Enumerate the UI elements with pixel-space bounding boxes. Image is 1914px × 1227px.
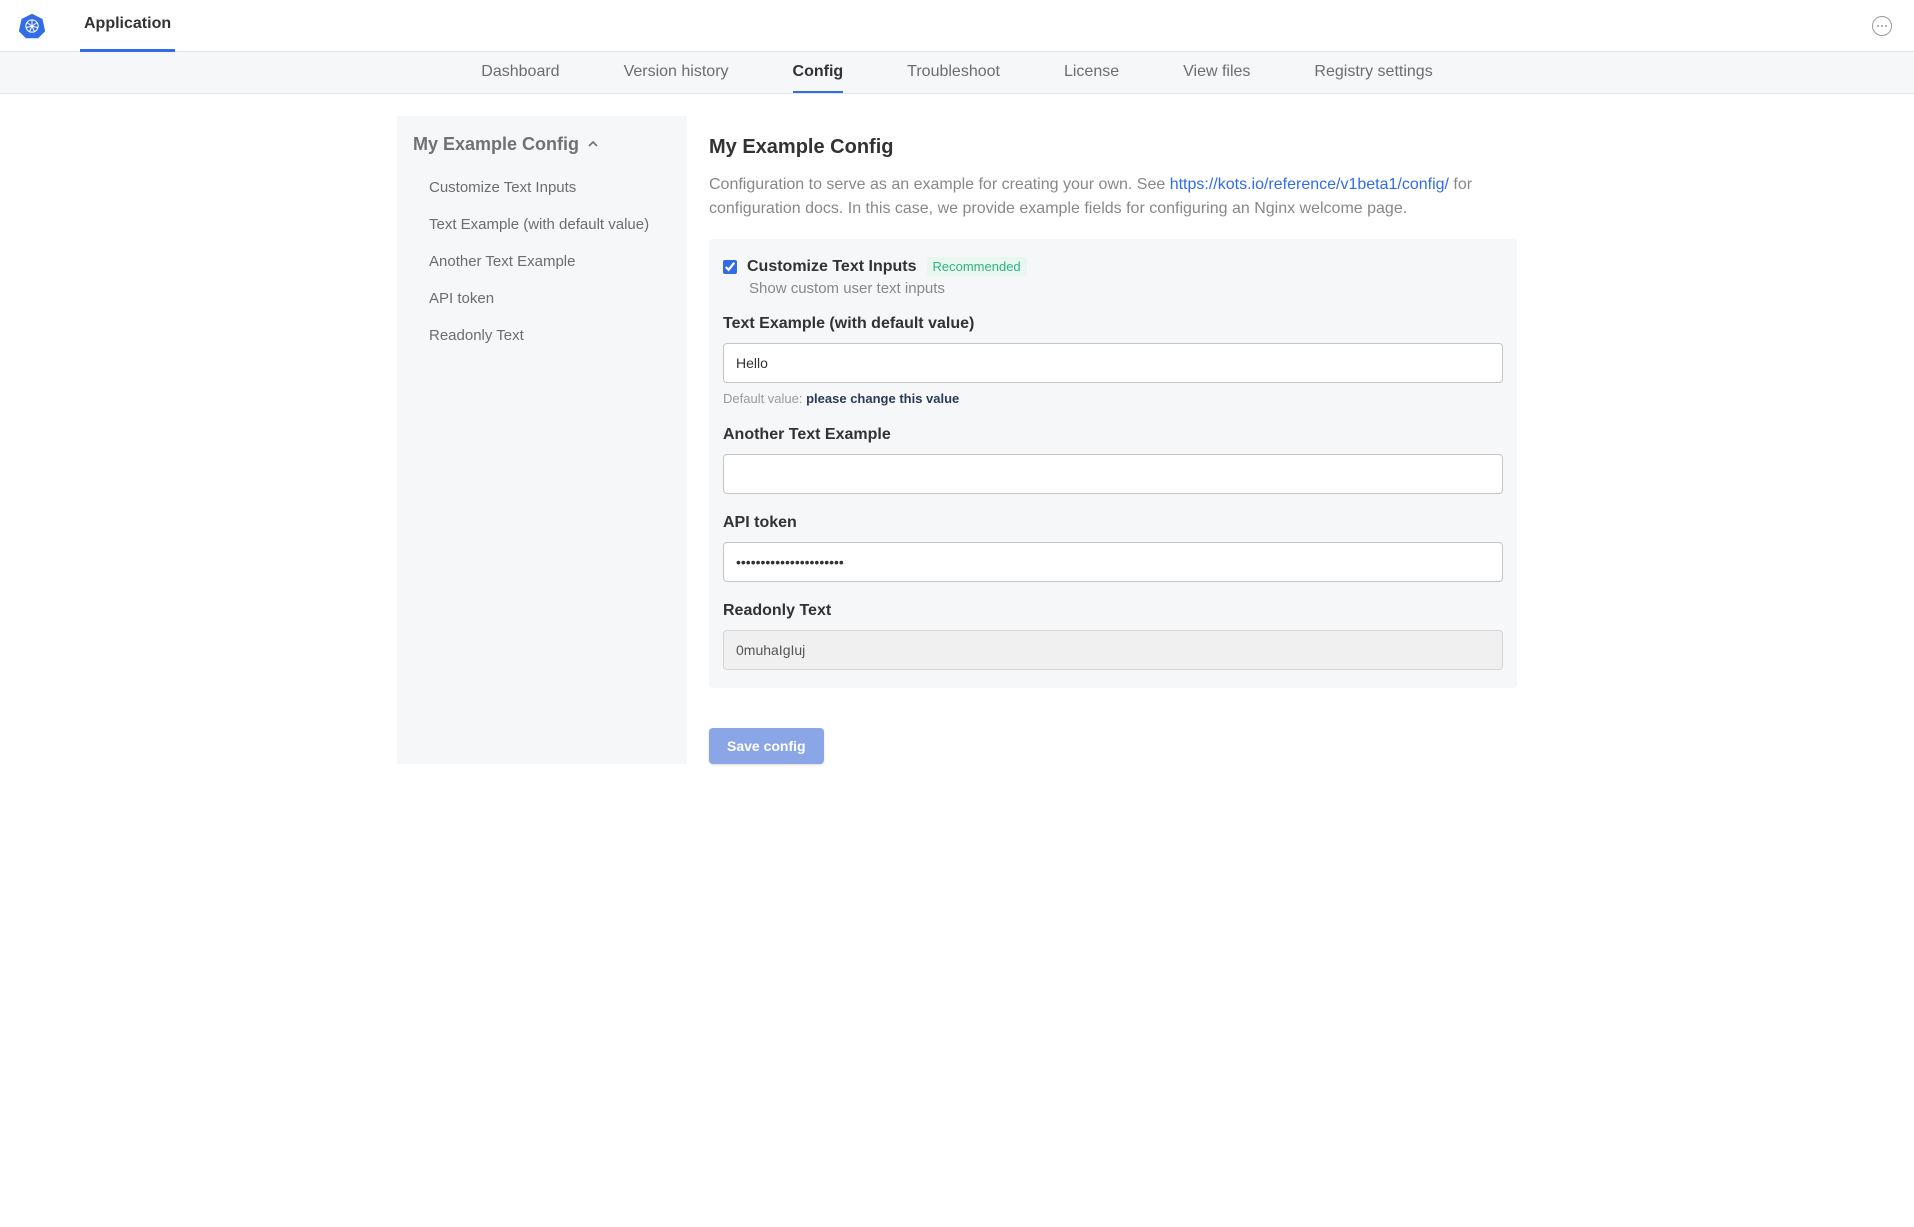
field-label: Text Example (with default value)	[723, 315, 1503, 333]
sidebar-link-text-example[interactable]: Text Example (with default value)	[413, 206, 671, 243]
chevron-up-icon	[587, 137, 599, 153]
readonly-text-input	[723, 630, 1503, 670]
subnav-dashboard[interactable]: Dashboard	[481, 52, 559, 93]
enable-subtext: Show custom user text inputs	[749, 280, 1503, 297]
field-label: API token	[723, 514, 1503, 532]
enable-label: Customize Text Inputs	[747, 258, 917, 276]
sidebar-link-another-text-example[interactable]: Another Text Example	[413, 243, 671, 280]
sidebar-group-title: My Example Config	[413, 134, 579, 155]
content-area: My Example Config Customize Text Inputs …	[0, 94, 1914, 764]
default-value-hint: Default value: please change this value	[723, 391, 1503, 406]
subnav-license[interactable]: License	[1064, 52, 1119, 93]
kubernetes-logo-icon	[18, 12, 46, 40]
text-example-input[interactable]	[723, 343, 1503, 383]
field-text-example: Text Example (with default value) Defaul…	[723, 315, 1503, 406]
app-tab-label: Application	[84, 15, 171, 33]
top-bar: Application	[0, 0, 1914, 52]
content-inner: My Example Config Customize Text Inputs …	[397, 116, 1517, 764]
subnav-registry-settings[interactable]: Registry settings	[1314, 52, 1432, 93]
enable-checkbox[interactable]	[723, 260, 737, 274]
sidebar-link-api-token[interactable]: API token	[413, 280, 671, 317]
api-token-input[interactable]	[723, 542, 1503, 582]
sidebar-group-toggle[interactable]: My Example Config	[413, 134, 671, 155]
field-label: Readonly Text	[723, 602, 1503, 620]
docs-link[interactable]: https://kots.io/reference/v1beta1/config…	[1170, 176, 1449, 193]
subnav-version-history[interactable]: Version history	[624, 52, 729, 93]
recommended-badge: Recommended	[927, 257, 1027, 276]
more-menu-button[interactable]	[1872, 16, 1892, 36]
field-readonly-text: Readonly Text	[723, 602, 1503, 670]
subnav-troubleshoot[interactable]: Troubleshoot	[907, 52, 1000, 93]
config-sidebar: My Example Config Customize Text Inputs …	[397, 116, 687, 764]
field-api-token: API token	[723, 514, 1503, 582]
subnav-view-files[interactable]: View files	[1183, 52, 1250, 93]
config-main: My Example Config Configuration to serve…	[709, 116, 1517, 764]
save-config-button[interactable]: Save config	[709, 728, 824, 764]
sidebar-link-customize-text-inputs[interactable]: Customize Text Inputs	[413, 169, 671, 206]
field-another-text-example: Another Text Example	[723, 426, 1503, 494]
app-tab-application[interactable]: Application	[80, 0, 175, 52]
enable-toggle-row: Customize Text Inputs Recommended	[723, 257, 1503, 276]
another-text-example-input[interactable]	[723, 454, 1503, 494]
page-title: My Example Config	[709, 136, 1517, 159]
ellipsis-icon	[1877, 25, 1879, 27]
sidebar-link-readonly-text[interactable]: Readonly Text	[413, 317, 671, 354]
topbar-right	[1872, 16, 1896, 36]
subnav-config[interactable]: Config	[793, 52, 844, 93]
config-card: Customize Text Inputs Recommended Show c…	[709, 239, 1517, 688]
field-label: Another Text Example	[723, 426, 1503, 444]
page-description: Configuration to serve as an example for…	[709, 173, 1517, 221]
sub-nav: Dashboard Version history Config Trouble…	[0, 52, 1914, 94]
